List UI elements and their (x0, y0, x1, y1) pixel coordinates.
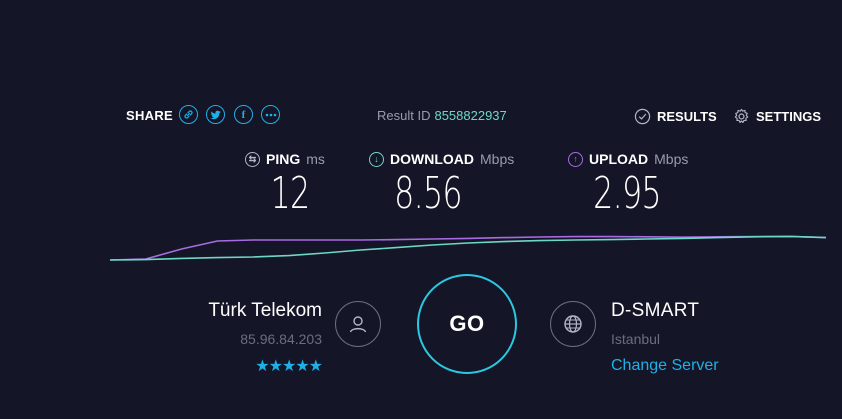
more-icon[interactable] (261, 105, 280, 124)
results-button[interactable]: RESULTS (634, 108, 717, 125)
isp-rating-stars[interactable]: ★★★★★ (255, 356, 323, 376)
upload-unit: Mbps (654, 151, 689, 167)
gear-icon (734, 108, 749, 124)
download-unit: Mbps (480, 151, 515, 167)
download-arrow-icon: ↓ (369, 151, 384, 167)
ping-icon: ⇆ (245, 151, 260, 167)
user-icon[interactable] (335, 301, 381, 347)
download-label: DOWNLOAD (390, 151, 474, 167)
isp-ip: 85.96.84.203 (240, 331, 322, 347)
isp-name: Türk Telekom (208, 300, 322, 321)
ping-label: PING (266, 151, 301, 167)
upload-label: UPLOAD (589, 151, 649, 167)
twitter-icon[interactable] (206, 105, 225, 124)
change-server-link[interactable]: Change Server (611, 357, 719, 375)
result-id-label: Result ID (377, 108, 431, 123)
result-id[interactable]: Result ID 8558822937 (377, 108, 507, 123)
ping-value: 12 (270, 168, 311, 219)
server-name: D-SMART (611, 300, 700, 321)
link-icon[interactable] (179, 105, 198, 124)
settings-label: SETTINGS (756, 109, 822, 124)
facebook-icon[interactable]: f (234, 105, 253, 124)
download-line (109, 235, 827, 261)
upload-header: ↑ UPLOAD Mbps (568, 151, 688, 167)
check-circle-icon (634, 108, 651, 125)
results-label: RESULTS (657, 109, 717, 124)
ping-unit: ms (306, 151, 325, 167)
globe-icon[interactable] (550, 301, 596, 347)
speed-graph (109, 235, 827, 261)
download-value: 8.56 (394, 168, 462, 219)
server-city: Istanbul (611, 331, 661, 347)
result-id-value[interactable]: 8558822937 (434, 108, 506, 123)
upload-line (109, 235, 827, 261)
go-button[interactable]: GO (417, 274, 517, 374)
upload-arrow-icon: ↑ (568, 151, 583, 167)
upload-value: 2.95 (593, 168, 661, 219)
share-label: SHARE (126, 108, 174, 123)
settings-button[interactable]: SETTINGS (733, 108, 821, 125)
download-header: ↓ DOWNLOAD Mbps (369, 151, 514, 167)
ping-header: ⇆ PING ms (245, 151, 325, 167)
